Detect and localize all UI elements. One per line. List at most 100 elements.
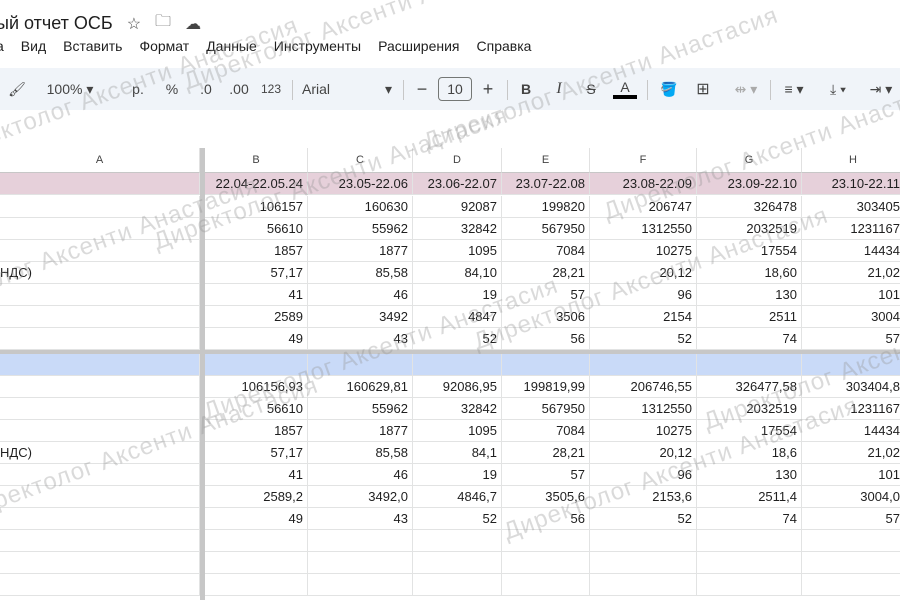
doc-title[interactable]: ый отчет ОСБ [0,13,113,34]
data-cell[interactable]: 7084 [502,240,590,262]
empty-cell[interactable] [590,530,697,552]
column-header-E[interactable]: E [502,148,590,173]
data-cell[interactable]: 46 [308,284,413,306]
data-cell[interactable]: 1312550 [590,398,697,420]
data-cell[interactable]: 2589,2 [205,486,308,508]
percent-button[interactable]: % [162,68,182,110]
data-cell[interactable]: 17554 [697,420,802,442]
row-label-cell[interactable] [0,218,200,240]
zoom-select[interactable]: 100% ▾ [40,68,100,110]
frozen-column-divider[interactable] [200,148,205,600]
data-cell[interactable]: 85,58 [308,262,413,284]
data-cell[interactable]: 56610 [205,218,308,240]
column-header-F[interactable]: F [590,148,697,173]
data-cell[interactable]: 41 [205,284,308,306]
data-cell[interactable]: 85,58 [308,442,413,464]
data-cell[interactable]: 4846,7 [413,486,502,508]
blue-section-cell[interactable] [502,354,590,376]
data-cell[interactable]: 23.10-22.11 [802,173,900,195]
row-label-cell[interactable] [0,328,200,350]
data-cell[interactable]: 1231167 [802,398,900,420]
data-cell[interactable]: 3492,0 [308,486,413,508]
data-cell[interactable]: 1857 [205,240,308,262]
column-header-H[interactable]: H [802,148,900,173]
data-cell[interactable]: 199820 [502,196,590,218]
frozen-row-divider[interactable] [0,350,900,354]
fill-color-icon[interactable]: 🪣 [656,68,682,110]
menu-item[interactable]: Вид [21,38,46,54]
data-cell[interactable]: 1231167 [802,218,900,240]
data-cell[interactable]: 56 [502,508,590,530]
cloud-saved-icon[interactable]: ☁ [185,14,201,34]
data-cell[interactable]: 18,60 [697,262,802,284]
more-formats-button[interactable]: 123 [258,68,284,110]
increase-font-size-button[interactable]: + [478,68,498,110]
data-cell[interactable]: 32842 [413,398,502,420]
bold-button[interactable]: B [515,68,537,110]
data-cell[interactable]: 14434 [802,240,900,262]
data-cell[interactable]: 43 [308,508,413,530]
menu-item[interactable]: Данные [206,38,257,54]
data-cell[interactable]: 2032519 [697,218,802,240]
menu-item[interactable]: Расширения [378,38,459,54]
column-header-C[interactable]: C [308,148,413,173]
data-cell[interactable]: 57,17 [205,442,308,464]
menu-item[interactable]: Формат [139,38,189,54]
empty-cell[interactable] [205,530,308,552]
data-cell[interactable]: 10275 [590,420,697,442]
data-cell[interactable]: 19 [413,464,502,486]
data-cell[interactable]: 41 [205,464,308,486]
data-cell[interactable]: 567950 [502,398,590,420]
text-wrap-icon[interactable]: ⇥ ▾ [862,68,900,110]
row-label-cell[interactable] [0,398,200,420]
data-cell[interactable]: 1095 [413,240,502,262]
empty-cell[interactable] [697,530,802,552]
data-cell[interactable]: 326477,58 [697,376,802,398]
data-cell[interactable]: 3004,0 [802,486,900,508]
data-cell[interactable]: 57,17 [205,262,308,284]
blue-section-cell[interactable] [308,354,413,376]
data-cell[interactable]: 56610 [205,398,308,420]
data-cell[interactable]: 206747 [590,196,697,218]
menu-item[interactable]: Вставить [63,38,122,54]
data-cell[interactable]: 28,21 [502,262,590,284]
data-cell[interactable]: 55962 [308,218,413,240]
empty-cell[interactable] [308,552,413,574]
font-select[interactable]: Arial ▾ [302,68,392,110]
move-folder-icon[interactable]: 🗀 [155,10,171,37]
data-cell[interactable]: 17554 [697,240,802,262]
data-cell[interactable]: 55962 [308,398,413,420]
row-label-cell[interactable] [0,420,200,442]
data-cell[interactable]: 84,10 [413,262,502,284]
data-cell[interactable]: 52 [590,328,697,350]
star-icon[interactable]: ☆ [127,14,141,34]
empty-cell[interactable] [802,530,900,552]
row-label-cell[interactable] [0,376,200,398]
data-cell[interactable]: 52 [413,328,502,350]
empty-cell[interactable] [205,574,308,596]
data-cell[interactable]: 130 [697,464,802,486]
data-cell[interactable]: 1095 [413,420,502,442]
data-cell[interactable]: 56 [502,328,590,350]
vertical-align-icon[interactable]: ⤓ ▾ [820,68,856,110]
data-cell[interactable]: 84,1 [413,442,502,464]
data-cell[interactable]: 206746,55 [590,376,697,398]
data-cell[interactable]: 52 [590,508,697,530]
data-cell[interactable]: 2589 [205,306,308,328]
menu-item[interactable]: а [0,38,4,54]
row-label-cell[interactable]: НДС) [0,262,200,284]
data-cell[interactable]: 567950 [502,218,590,240]
data-cell[interactable]: 18,6 [697,442,802,464]
blue-section-cell[interactable] [802,354,900,376]
data-cell[interactable]: 23.07-22.08 [502,173,590,195]
increase-decimal-button[interactable]: .00 [226,68,252,110]
empty-cell[interactable] [308,530,413,552]
data-cell[interactable]: 23.08-22.09 [590,173,697,195]
italic-button[interactable]: I [548,68,570,110]
data-cell[interactable]: 23.09-22.10 [697,173,802,195]
data-cell[interactable]: 1312550 [590,218,697,240]
data-cell[interactable]: 22.04-22.05.24 [205,173,308,195]
empty-cell[interactable] [413,574,502,596]
empty-cell[interactable] [502,530,590,552]
row-label-cell[interactable]: НДС) [0,442,200,464]
